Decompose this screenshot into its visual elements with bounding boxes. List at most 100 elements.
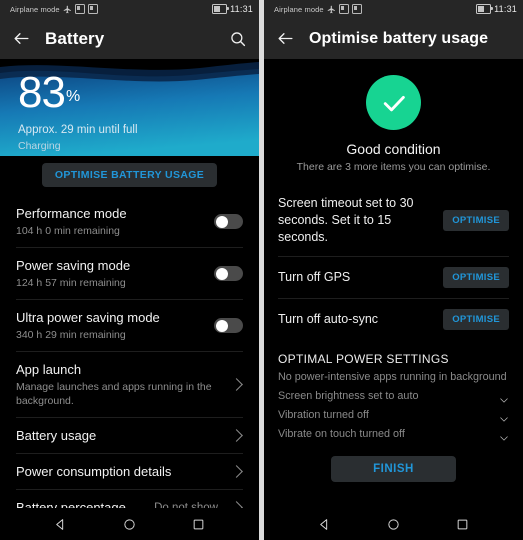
status-bar-left-group: Airplane mode (10, 4, 98, 14)
page-title: Optimise battery usage (309, 29, 489, 47)
time-until-full-label: Approx. 29 min until full (18, 124, 138, 136)
optimise-row-screen-timeout[interactable]: Screen timeout set to 30 seconds. Set it… (278, 189, 509, 256)
airplane-icon (327, 5, 336, 14)
optimise-row-turn-off-auto-sync[interactable]: Turn off auto-sync OPTIMISE (278, 298, 509, 340)
chevron-right-icon (230, 465, 243, 478)
charging-state-label: Charging (18, 140, 61, 152)
optimise-row-label: Screen timeout set to 30 seconds. Set it… (278, 196, 414, 244)
android-nav-bar-left (0, 508, 259, 540)
toggle-row-title: Ultra power saving mode (16, 310, 160, 325)
battery-modes-list: Performance mode 104 h 0 min remaining P… (0, 196, 259, 525)
nav-row-subtitle: Manage launches and apps running in the … (16, 381, 212, 407)
status-bar-left-group: Airplane mode (274, 4, 362, 14)
check-icon (499, 392, 509, 403)
toggle-row-title: Performance mode (16, 206, 127, 221)
sim-icon (338, 4, 349, 14)
nav-row-title: App launch (16, 362, 82, 377)
dual-screenshot-stage: Airplane mode 11:31 Battery 83% Approx. … (0, 0, 523, 540)
app-bar-left: Battery (0, 18, 259, 59)
optimise-battery-usage-screen: Airplane mode 11:31 Optimise battery usa… (264, 0, 523, 540)
search-icon[interactable] (229, 30, 247, 48)
toggle-row-title: Power saving mode (16, 258, 131, 273)
optimise-button-container: OPTIMISE BATTERY USAGE (0, 156, 259, 196)
toggle-row-subtitle: 340 h 29 min remaining (16, 329, 126, 341)
optimal-power-settings-heading: OPTIMAL POWER SETTINGS (278, 352, 449, 366)
toggle-row-ultra-power-saving-mode[interactable]: Ultra power saving mode 340 h 29 min rem… (16, 299, 243, 351)
sim-icon (74, 4, 85, 14)
optimal-setting-label: Screen brightness set to auto (278, 390, 419, 402)
airplane-mode-label: Airplane mode (10, 4, 60, 14)
sd-card-icon (87, 4, 98, 14)
toggle-knob (215, 215, 228, 228)
clock-label: 11:31 (230, 4, 253, 14)
toggle-row-subtitle: 104 h 0 min remaining (16, 225, 120, 237)
nav-home-icon[interactable] (123, 518, 136, 531)
status-bar-right-group: 11:31 (212, 4, 253, 14)
airplane-icon (63, 5, 72, 14)
status-bar-right-group: 11:31 (476, 4, 517, 14)
optimise-button[interactable]: OPTIMISE (443, 309, 509, 330)
back-arrow-icon[interactable] (276, 29, 295, 48)
optimal-power-settings-section: OPTIMAL POWER SETTINGS No power-intensiv… (264, 340, 523, 444)
battery-card-text: 83% Approx. 29 min until full Charging (18, 69, 138, 153)
percent-symbol: % (65, 88, 80, 105)
condition-status-block: Good condition There are 3 more items yo… (264, 59, 523, 179)
toggle-knob (215, 267, 228, 280)
airplane-mode-label: Airplane mode (274, 4, 324, 14)
optimal-setting-item: Screen brightness set to auto (278, 387, 509, 406)
nav-home-icon[interactable] (387, 518, 400, 531)
optimisable-items-list: Screen timeout set to 30 seconds. Set it… (264, 179, 523, 340)
finish-button-container: FINISH (264, 444, 523, 482)
battery-percentage-value: 83 (18, 68, 66, 117)
nav-recents-icon[interactable] (192, 518, 205, 531)
back-arrow-icon[interactable] (12, 29, 31, 48)
optimal-setting-item: Vibrate on touch turned off (278, 425, 509, 444)
optimise-button[interactable]: OPTIMISE (443, 210, 509, 231)
optimise-battery-usage-button[interactable]: OPTIMISE BATTERY USAGE (41, 163, 218, 187)
nav-row-text: Power consumption details (16, 463, 224, 480)
performance-mode-toggle[interactable] (214, 214, 243, 229)
battery-icon (476, 4, 493, 14)
optimise-row-turn-off-gps[interactable]: Turn off GPS OPTIMISE (278, 256, 509, 298)
page-title: Battery (45, 28, 105, 48)
nav-row-title: Battery usage (16, 428, 97, 443)
optimal-setting-item: Vibration turned off (278, 406, 509, 425)
condition-title: Good condition (346, 141, 441, 157)
sd-card-icon (351, 4, 362, 14)
toggle-row-power-saving-mode[interactable]: Power saving mode 124 h 57 min remaining (16, 247, 243, 299)
optimal-setting-label: Vibration turned off (278, 409, 369, 421)
nav-row-app-launch[interactable]: App launch Manage launches and apps runn… (16, 351, 243, 417)
battery-screen: Airplane mode 11:31 Battery 83% Approx. … (0, 0, 259, 540)
check-icon (499, 411, 509, 422)
clock-label: 11:31 (494, 4, 517, 14)
toggle-row-performance-mode[interactable]: Performance mode 104 h 0 min remaining (16, 196, 243, 247)
android-nav-bar-right (264, 508, 523, 540)
power-saving-mode-toggle[interactable] (214, 266, 243, 281)
nav-row-text: Battery usage (16, 427, 224, 444)
status-bar-right: Airplane mode 11:31 (264, 0, 523, 18)
nav-back-icon[interactable] (318, 518, 331, 531)
nav-row-battery-usage[interactable]: Battery usage (16, 417, 243, 453)
status-bar-left: Airplane mode 11:31 (0, 0, 259, 18)
toggle-row-text: Performance mode 104 h 0 min remaining (16, 205, 206, 238)
check-circle-icon (366, 75, 421, 130)
nav-recents-icon[interactable] (456, 518, 469, 531)
toggle-row-text: Power saving mode 124 h 57 min remaining (16, 257, 206, 290)
optimise-button[interactable]: OPTIMISE (443, 267, 509, 288)
chevron-right-icon (230, 378, 243, 391)
optimal-setting-item: No power-intensive apps running in backg… (278, 368, 509, 387)
chevron-right-icon (230, 429, 243, 442)
battery-status-card: 83% Approx. 29 min until full Charging (0, 59, 259, 156)
nav-row-title: Power consumption details (16, 464, 172, 479)
app-bar-right: Optimise battery usage (264, 18, 523, 59)
toggle-knob (215, 319, 228, 332)
nav-row-power-consumption-details[interactable]: Power consumption details (16, 453, 243, 489)
optimise-row-label: Turn off auto-sync (278, 312, 379, 326)
nav-back-icon[interactable] (54, 518, 67, 531)
ultra-power-saving-mode-toggle[interactable] (214, 318, 243, 333)
battery-icon (212, 4, 229, 14)
finish-button[interactable]: FINISH (331, 456, 456, 482)
optimal-setting-label: No power-intensive apps running in backg… (278, 371, 507, 383)
nav-row-text: App launch Manage launches and apps runn… (16, 361, 224, 408)
condition-subtitle: There are 3 more items you can optimise. (296, 161, 491, 173)
